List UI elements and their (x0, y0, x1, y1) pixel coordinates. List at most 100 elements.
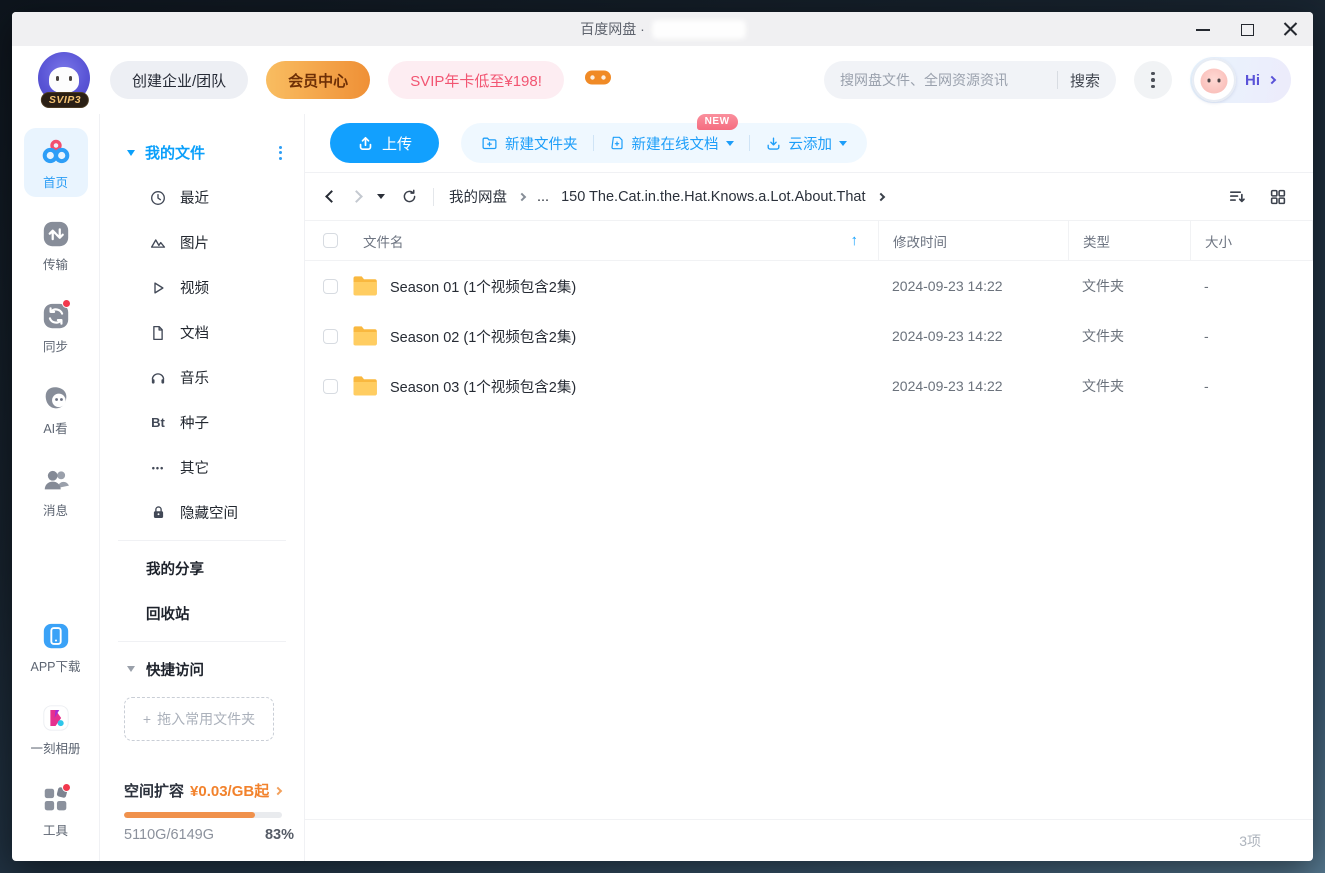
chevron-right-icon[interactable] (876, 192, 884, 200)
create-team-button[interactable]: 创建企业/团队 (110, 61, 248, 99)
document-icon (148, 324, 168, 342)
history-caret-icon[interactable] (377, 194, 385, 199)
nav-item-pictures[interactable]: 图片 (100, 220, 304, 265)
row-checkbox[interactable] (323, 329, 338, 344)
sort-ascending-icon[interactable]: ↑ (851, 232, 859, 249)
user-account-button[interactable]: Hi (1190, 57, 1291, 103)
titlebar: 百度网盘 · (12, 12, 1313, 46)
rail-item-tools[interactable]: 工具 (24, 776, 88, 845)
forward-icon[interactable] (350, 190, 363, 203)
folder-icon (352, 325, 378, 347)
table-row[interactable]: Season 01 (1个视频包含2集) 2024-09-23 14:22 文件… (305, 261, 1313, 311)
search-button[interactable]: 搜索 (1070, 70, 1100, 91)
new-online-doc-button[interactable]: NEW 新建在线文档 (609, 133, 734, 154)
rail-item-photo-album[interactable]: 一刻相册 (24, 694, 88, 763)
column-header-type[interactable]: 类型 (1068, 221, 1190, 260)
cloud-add-label: 云添加 (789, 133, 833, 154)
breadcrumb-ellipsis[interactable]: ... (537, 189, 549, 205)
maximize-icon[interactable] (1239, 21, 1255, 37)
icon-rail: 首页 传输 同步 AI看 消息 (12, 114, 100, 861)
divider (433, 188, 434, 206)
view-controls (1228, 187, 1287, 206)
new-doc-label: 新建在线文档 (632, 133, 719, 154)
nav-item-others[interactable]: ••• 其它 (100, 445, 304, 490)
nav-item-torrents[interactable]: Bt 种子 (100, 400, 304, 445)
nav-section-quick-access[interactable]: 快捷访问 (100, 647, 304, 691)
notification-dot (62, 299, 71, 308)
messages-icon (39, 463, 73, 497)
new-folder-button[interactable]: 新建文件夹 (481, 133, 578, 154)
new-doc-icon (609, 135, 625, 151)
upload-button[interactable]: 上传 (330, 123, 439, 163)
game-controller-icon[interactable] (584, 67, 612, 93)
file-name[interactable]: Season 02 (1个视频包含2集) (390, 326, 576, 347)
nav-item-videos[interactable]: 视频 (100, 265, 304, 310)
quick-access-title: 快捷访问 (146, 659, 204, 680)
table-row[interactable]: Season 03 (1个视频包含2集) 2024-09-23 14:22 文件… (305, 361, 1313, 411)
storage-usage-row: 5110G/6149G 83% (124, 827, 294, 843)
chevron-right-icon (1268, 76, 1276, 84)
nav-item-music[interactable]: 音乐 (100, 355, 304, 400)
storage-widget: 空间扩容 ¥0.03/GB起 5110G/6149G 83% (124, 780, 286, 843)
divider (593, 135, 594, 151)
cloud-add-button[interactable]: 云添加 (765, 133, 848, 154)
search-input[interactable] (840, 72, 1045, 88)
app-download-icon (39, 619, 73, 653)
window-controls (1195, 12, 1299, 46)
drop-folder-zone[interactable]: + 拖入常用文件夹 (124, 697, 274, 741)
breadcrumb-current[interactable]: 150 The.Cat.in.the.Hat.Knows.a.Lot.About… (561, 189, 865, 205)
nav-item-documents[interactable]: 文档 (100, 310, 304, 355)
file-nav-panel: 我的文件 最近 图片 视频 文档 音乐 (100, 114, 305, 861)
nav-section-my-files[interactable]: 我的文件 (100, 136, 304, 175)
member-center-button[interactable]: 会员中心 (266, 61, 370, 99)
more-dots-icon: ••• (148, 463, 168, 473)
rail-item-app-download[interactable]: APP下载 (24, 612, 88, 681)
grid-view-icon[interactable] (1269, 188, 1287, 206)
nav-item-hidden-space[interactable]: 隐藏空间 (100, 490, 304, 535)
close-icon[interactable] (1283, 21, 1299, 37)
column-header-size[interactable]: 大小 (1190, 221, 1313, 260)
nav-item-my-shares[interactable]: 我的分享 (100, 546, 304, 591)
rail-item-transfer[interactable]: 传输 (24, 210, 88, 279)
rail-item-ai-view[interactable]: AI看 (24, 374, 88, 443)
back-icon[interactable] (325, 190, 338, 203)
upload-label: 上传 (382, 133, 412, 154)
row-checkbox[interactable] (323, 279, 338, 294)
nav-item-recent[interactable]: 最近 (100, 175, 304, 220)
nav-item-recycle-bin[interactable]: 回收站 (100, 591, 304, 636)
item-count: 3项 (1239, 831, 1261, 851)
file-name[interactable]: Season 03 (1个视频包含2集) (390, 376, 576, 397)
table-row[interactable]: Season 02 (1个视频包含2集) 2024-09-23 14:22 文件… (305, 311, 1313, 361)
column-header-name[interactable]: 文件名 ↑ (305, 221, 878, 260)
rail-item-messages[interactable]: 消息 (24, 456, 88, 525)
sort-icon[interactable] (1228, 187, 1247, 206)
nav-item-label: 图片 (180, 232, 209, 253)
greeting-text: Hi (1245, 72, 1260, 89)
app-header: SVIP3 创建企业/团队 会员中心 SVIP年卡低至¥198! 搜索 Hi (12, 46, 1313, 114)
nav-item-label: 种子 (180, 412, 209, 433)
minimize-icon[interactable] (1195, 21, 1211, 37)
row-checkbox[interactable] (323, 379, 338, 394)
breadcrumb-root[interactable]: 我的网盘 (449, 186, 507, 207)
name-header-label: 文件名 (363, 231, 404, 251)
file-type: 文件夹 (1068, 361, 1190, 411)
breadcrumb-row: 我的网盘 ... 150 The.Cat.in.the.Hat.Knows.a.… (305, 173, 1313, 220)
more-menu-button[interactable] (1134, 61, 1172, 99)
caret-down-icon (726, 141, 734, 146)
new-folder-icon (481, 135, 498, 152)
transfer-icon (39, 217, 73, 251)
rail-label: 传输 (43, 254, 68, 273)
netdisk-logo[interactable]: SVIP3 (38, 52, 92, 108)
folder-icon (352, 375, 378, 397)
expand-storage-button[interactable]: 空间扩容 ¥0.03/GB起 (124, 780, 286, 801)
file-type: 文件夹 (1068, 311, 1190, 361)
refresh-icon[interactable] (401, 188, 418, 205)
rail-item-home[interactable]: 首页 (24, 128, 88, 197)
file-size: - (1190, 261, 1313, 311)
section-options-icon[interactable] (275, 144, 286, 162)
svip-promo-button[interactable]: SVIP年卡低至¥198! (388, 61, 564, 99)
column-header-modified[interactable]: 修改时间 (878, 221, 1068, 260)
select-all-checkbox[interactable] (323, 233, 338, 248)
rail-item-sync[interactable]: 同步 (24, 292, 88, 361)
file-name[interactable]: Season 01 (1个视频包含2集) (390, 276, 576, 297)
